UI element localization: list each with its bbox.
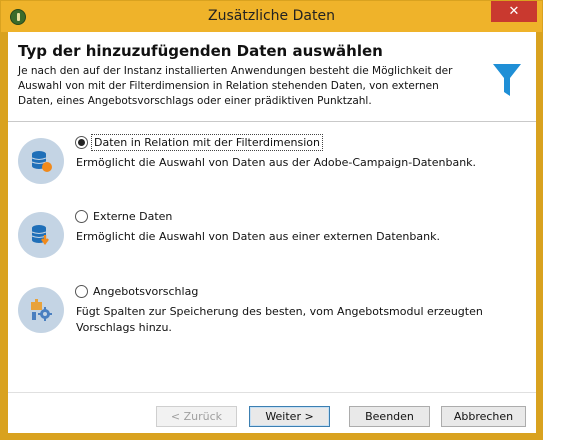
option-description: Fügt Spalten zur Speicherung des besten,… <box>76 305 483 334</box>
radio-button[interactable] <box>75 284 88 298</box>
option-label[interactable]: Daten in Relation mit der Filterdimensio… <box>91 133 323 151</box>
option-label[interactable]: Angebotsvorschlag <box>91 284 200 299</box>
database-icon <box>18 138 64 184</box>
option-description: Ermöglicht die Auswahl von Daten aus der… <box>76 156 477 169</box>
option-related-data: Daten in Relation mit der Filterdimensio… <box>8 133 536 203</box>
offer-settings-icon <box>18 287 64 333</box>
finish-button[interactable]: Beenden <box>349 406 430 427</box>
radio-button[interactable] <box>75 209 88 223</box>
title-bar[interactable]: Zusätzliche Daten ✕ <box>1 1 542 32</box>
option-description: Ermöglicht die Auswahl von Daten aus ein… <box>76 230 440 243</box>
wizard-header: Typ der hinzuzufügenden Daten auswählen … <box>8 32 536 122</box>
external-database-icon <box>18 212 64 258</box>
dialog-content: Typ der hinzuzufügenden Daten auswählen … <box>8 32 536 433</box>
option-offer-proposal: Angebotsvorschlag Fügt Spalten zur Speic… <box>8 282 536 352</box>
next-button[interactable]: Weiter > <box>249 406 330 427</box>
button-bar: < Zurück Weiter > Beenden Abbrechen <box>8 392 536 433</box>
radio-offer-proposal[interactable]: Angebotsvorschlag <box>75 282 200 300</box>
radio-related-data[interactable]: Daten in Relation mit der Filterdimensio… <box>75 133 323 151</box>
dialog-window: Zusätzliche Daten ✕ Typ der hinzuzufügen… <box>0 0 543 440</box>
page-description: Je nach den auf der Instanz installierte… <box>18 65 453 107</box>
window-title: Zusätzliche Daten <box>208 8 335 24</box>
back-button[interactable]: < Zurück <box>156 406 237 427</box>
option-external-data: Externe Daten Ermöglicht die Auswahl von… <box>8 207 536 277</box>
close-button[interactable]: ✕ <box>491 1 537 22</box>
funnel-icon <box>493 64 521 96</box>
cancel-button[interactable]: Abbrechen <box>441 406 526 427</box>
option-label[interactable]: Externe Daten <box>91 209 174 224</box>
radio-external-data[interactable]: Externe Daten <box>75 207 174 225</box>
radio-button[interactable] <box>75 135 88 149</box>
page-title: Typ der hinzuzufügenden Daten auswählen <box>18 42 383 60</box>
